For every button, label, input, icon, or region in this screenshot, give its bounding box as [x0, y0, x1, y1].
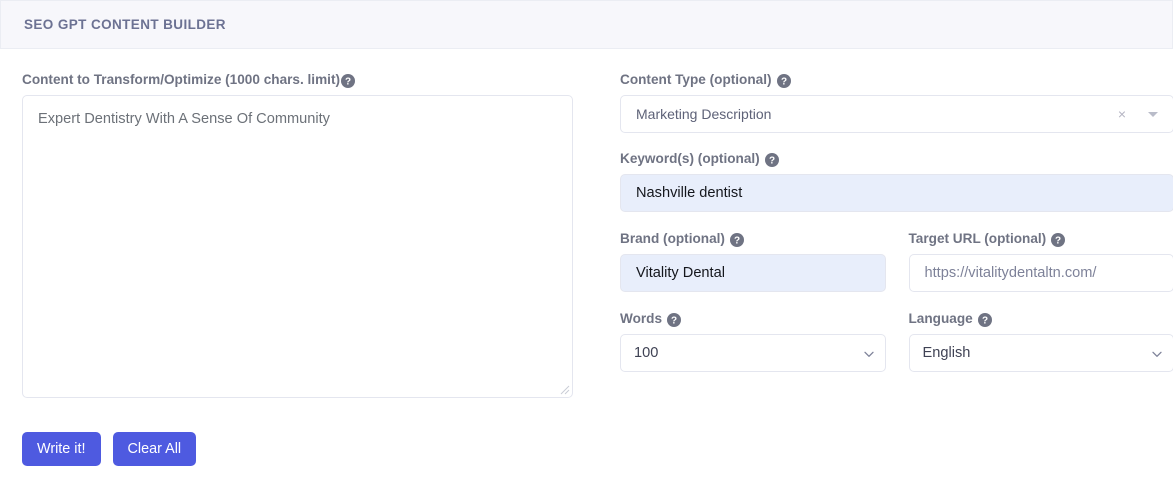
words-language-label-row: Words ? Language ?	[620, 310, 1173, 334]
svg-text:?: ?	[345, 76, 351, 87]
content-type-selected-value: Marketing Description	[636, 106, 772, 122]
write-it-button[interactable]: Write it!	[22, 432, 101, 466]
action-buttons: Write it! Clear All	[22, 432, 597, 466]
words-select[interactable]: 100	[620, 334, 886, 372]
target-url-label-col: Target URL (optional) ?	[909, 230, 1173, 254]
language-select-col: English	[908, 334, 1173, 372]
content-to-transform-label-text: Content to Transform/Optimize (1000 char…	[22, 72, 340, 87]
words-language-select-row: 100 English	[620, 334, 1173, 372]
clear-all-button[interactable]: Clear All	[112, 432, 197, 466]
card-header: SEO GPT CONTENT BUILDER	[0, 0, 1173, 49]
language-select-wrapper: English	[908, 334, 1173, 372]
help-circle-icon[interactable]: ?	[776, 73, 791, 88]
brand-input-col	[620, 254, 886, 292]
help-circle-icon[interactable]: ?	[341, 73, 355, 88]
content-type-select[interactable]: Marketing Description ×	[620, 95, 1173, 133]
content-to-transform-textarea[interactable]	[22, 95, 573, 398]
svg-text:?: ?	[1055, 235, 1061, 246]
language-label-col: Language ?	[909, 310, 1173, 334]
card-body: Content to Transform/Optimize (1000 char…	[0, 49, 1173, 466]
help-circle-icon[interactable]: ?	[1051, 232, 1066, 247]
brand-label-text: Brand (optional)	[620, 231, 725, 246]
svg-text:?: ?	[982, 315, 988, 326]
content-type-label-text: Content Type (optional)	[620, 72, 772, 87]
words-label-col: Words ?	[620, 310, 886, 334]
language-label: Language ?	[909, 310, 1173, 327]
svg-text:?: ?	[769, 155, 775, 166]
close-icon[interactable]: ×	[1118, 107, 1126, 121]
keywords-input[interactable]	[620, 174, 1173, 212]
brand-input[interactable]	[620, 254, 886, 292]
keywords-input-wrapper	[620, 174, 1173, 212]
help-circle-icon[interactable]: ?	[667, 312, 682, 327]
language-select[interactable]: English	[908, 334, 1173, 372]
target-url-label-text: Target URL (optional)	[908, 231, 1047, 246]
words-label-text: Words	[620, 311, 663, 326]
content-type-label: Content Type (optional) ?	[620, 71, 1173, 88]
svg-text:?: ?	[734, 235, 740, 246]
brand-url-label-row: Brand (optional) ? Target URL (optional)	[620, 230, 1173, 254]
chevron-down-icon[interactable]	[1148, 111, 1158, 117]
help-circle-icon[interactable]: ?	[764, 152, 779, 167]
language-label-text: Language	[908, 311, 973, 326]
brand-label-col: Brand (optional) ?	[620, 230, 886, 254]
brand-url-input-row	[620, 254, 1173, 292]
right-column: Content Type (optional) ? Marketing Desc…	[620, 71, 1173, 466]
target-url-input[interactable]	[908, 254, 1173, 292]
content-textarea-wrapper	[22, 95, 573, 398]
keywords-label: Keyword(s) (optional) ?	[620, 150, 1173, 167]
words-select-wrapper: 100	[620, 334, 886, 372]
content-to-transform-label: Content to Transform/Optimize (1000 char…	[22, 71, 597, 88]
left-column: Content to Transform/Optimize (1000 char…	[22, 71, 597, 466]
target-url-input-col	[908, 254, 1173, 292]
help-circle-icon[interactable]: ?	[977, 312, 992, 327]
brand-label: Brand (optional) ?	[620, 230, 886, 247]
help-circle-icon[interactable]: ?	[729, 232, 744, 247]
svg-text:?: ?	[671, 315, 677, 326]
words-label: Words ?	[620, 310, 886, 327]
keywords-label-text: Keyword(s) (optional)	[620, 151, 760, 166]
page-title: SEO GPT CONTENT BUILDER	[24, 17, 226, 32]
words-select-col: 100	[620, 334, 886, 372]
target-url-label: Target URL (optional) ?	[909, 230, 1173, 247]
svg-text:?: ?	[780, 76, 786, 87]
